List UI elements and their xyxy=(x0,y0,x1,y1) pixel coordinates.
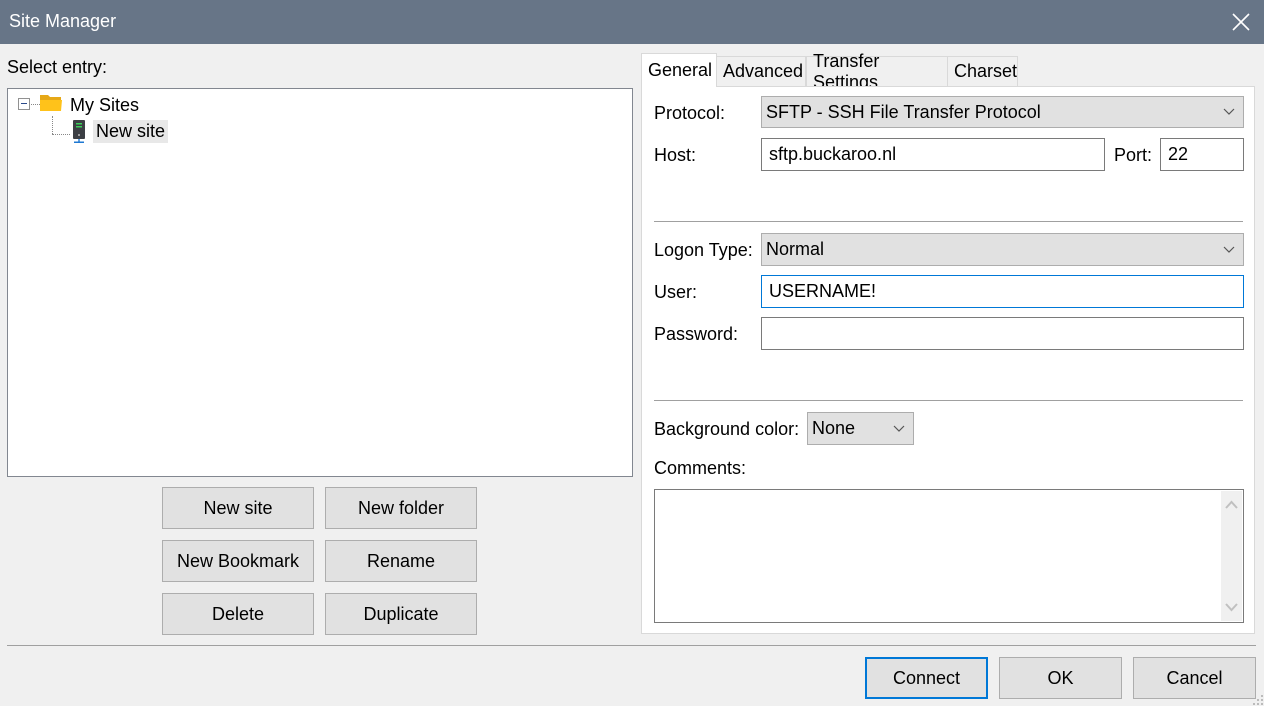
user-value: USERNAME! xyxy=(769,281,877,301)
protocol-value: SFTP - SSH File Transfer Protocol xyxy=(766,101,1041,122)
user-input[interactable]: USERNAME! xyxy=(761,275,1244,308)
delete-button[interactable]: Delete xyxy=(162,593,314,635)
chevron-down-icon xyxy=(1223,246,1235,253)
logon-type-select[interactable]: Normal xyxy=(761,233,1244,266)
comments-label: Comments: xyxy=(654,458,747,478)
port-value: 22 xyxy=(1168,144,1189,164)
new-bookmark-button[interactable]: New Bookmark xyxy=(162,540,314,582)
background-color-select[interactable]: None xyxy=(807,412,914,445)
tab-general[interactable]: General xyxy=(641,53,717,87)
separator xyxy=(654,400,1243,401)
footer-separator xyxy=(7,645,1256,646)
port-input[interactable]: 22 xyxy=(1160,138,1244,171)
title-bar: Site Manager xyxy=(0,0,1264,44)
duplicate-button[interactable]: Duplicate xyxy=(325,593,477,635)
tree-line xyxy=(52,134,70,135)
tree-node-my-sites[interactable]: My Sites xyxy=(68,94,141,117)
separator xyxy=(654,221,1243,222)
comments-scrollbar[interactable] xyxy=(1221,491,1242,621)
background-color-label: Background color: xyxy=(654,419,800,439)
ok-button[interactable]: OK xyxy=(999,657,1122,699)
host-input[interactable]: sftp.buckaroo.nl xyxy=(761,138,1105,171)
resize-grip-icon[interactable] xyxy=(1253,695,1263,705)
tree-line xyxy=(52,116,53,134)
collapse-toggle[interactable] xyxy=(18,98,30,110)
host-label: Host: xyxy=(654,145,697,165)
tab-label: General xyxy=(648,60,713,80)
tab-advanced[interactable]: Advanced xyxy=(716,56,806,86)
new-site-button[interactable]: New site xyxy=(162,487,314,529)
password-label: Password: xyxy=(654,324,739,344)
tab-label: Charset xyxy=(954,61,1018,81)
port-label: Port: xyxy=(1114,145,1153,165)
select-entry-label: Select entry: xyxy=(7,57,108,77)
new-folder-button[interactable]: New folder xyxy=(325,487,477,529)
protocol-label: Protocol: xyxy=(654,103,726,123)
site-tree[interactable]: My Sites New site xyxy=(7,88,633,477)
comments-textarea[interactable] xyxy=(654,489,1244,623)
scroll-up-icon[interactable] xyxy=(1225,500,1238,509)
host-value: sftp.buckaroo.nl xyxy=(769,144,897,164)
logon-type-label: Logon Type: xyxy=(654,240,753,260)
close-icon xyxy=(1232,13,1250,31)
chevron-down-icon xyxy=(1223,108,1235,115)
tab-charset[interactable]: Charset xyxy=(947,56,1018,86)
password-input[interactable] xyxy=(761,317,1244,350)
protocol-select[interactable]: SFTP - SSH File Transfer Protocol xyxy=(761,96,1244,128)
logon-type-value: Normal xyxy=(766,239,825,259)
tree-node-new-site[interactable]: New site xyxy=(93,120,169,143)
server-icon xyxy=(73,120,85,143)
background-color-value: None xyxy=(812,418,856,438)
connect-button[interactable]: Connect xyxy=(865,657,988,699)
rename-button[interactable]: Rename xyxy=(325,540,477,582)
close-button[interactable] xyxy=(1218,0,1264,44)
cancel-button[interactable]: Cancel xyxy=(1133,657,1256,699)
chevron-down-icon xyxy=(893,425,905,432)
window-title: Site Manager xyxy=(9,11,117,31)
tab-transfer-settings[interactable]: Transfer Settings xyxy=(806,51,948,92)
scroll-down-icon[interactable] xyxy=(1225,603,1238,612)
folder-icon xyxy=(40,95,62,111)
tab-label: Advanced xyxy=(723,61,804,81)
user-label: User: xyxy=(654,282,698,302)
